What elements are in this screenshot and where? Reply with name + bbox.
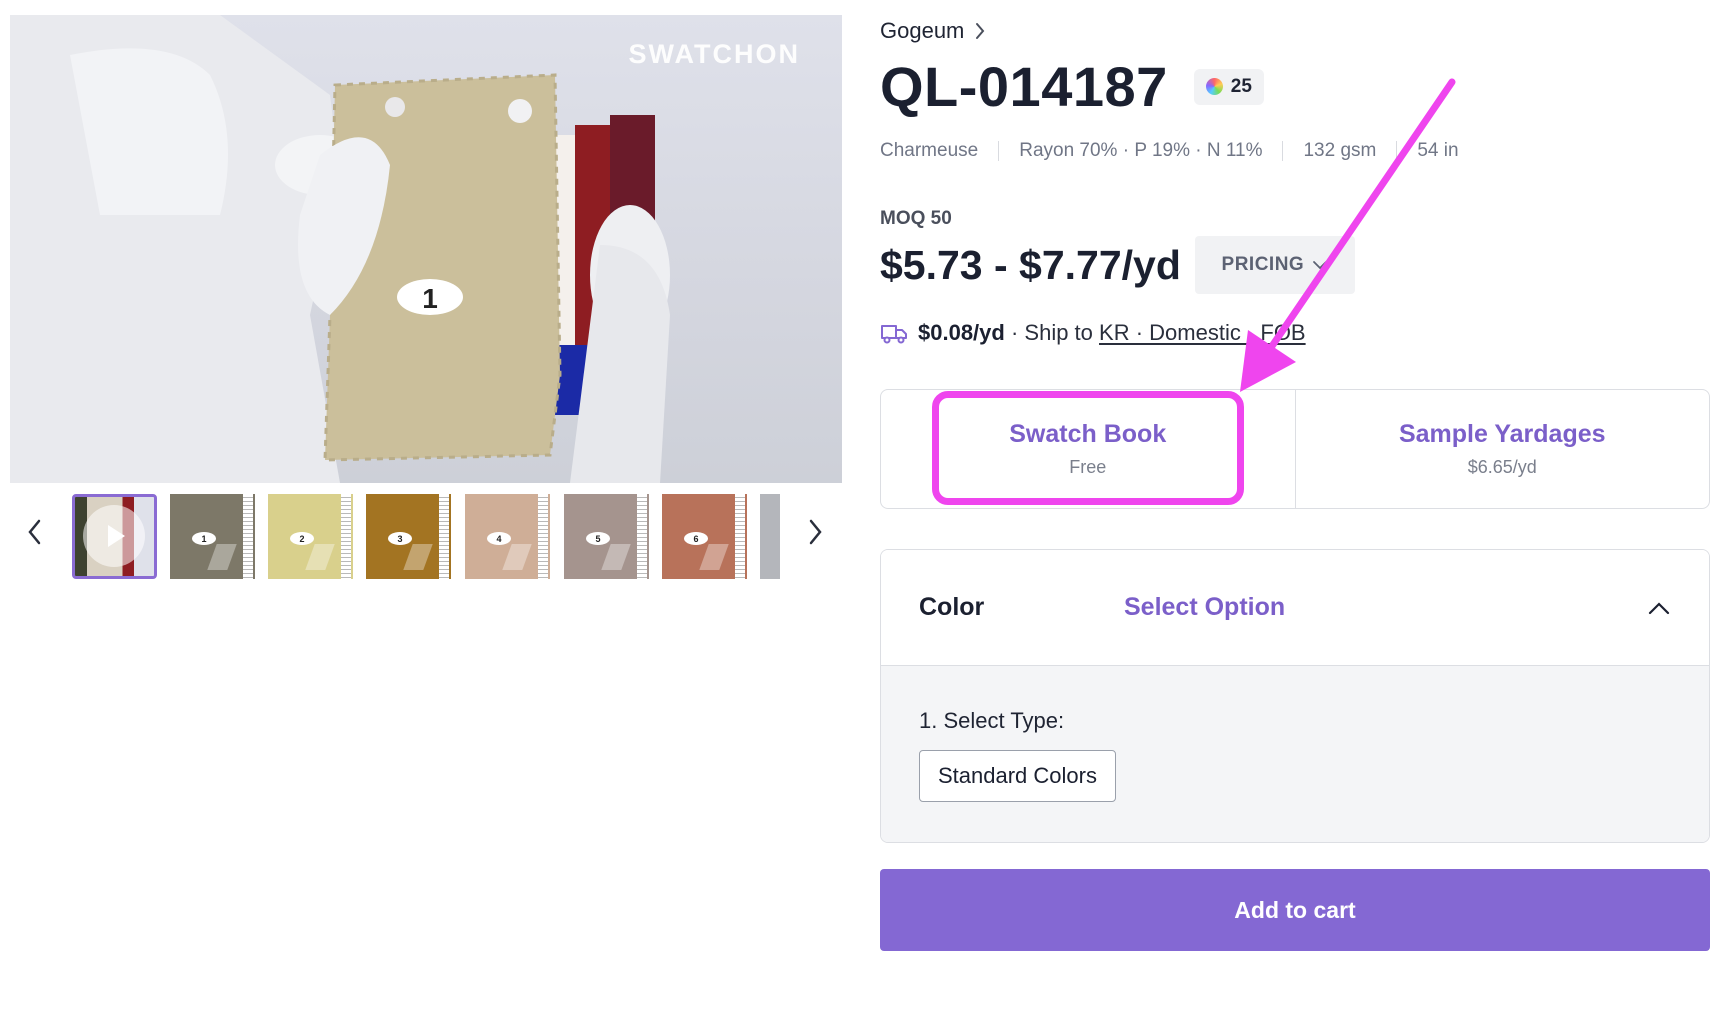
fabric-fold — [305, 544, 335, 570]
price-range: $5.73 - $7.77/yd — [880, 241, 1181, 288]
next-thumbnail-button[interactable] — [795, 512, 835, 552]
chevron-down-icon — [1313, 261, 1328, 270]
color-count-badge[interactable]: 25 — [1193, 68, 1264, 105]
product-code: QL-014187 — [880, 55, 1168, 118]
ruler-graphic — [439, 494, 449, 579]
divider — [1282, 141, 1284, 161]
swatch-number: 3 — [388, 532, 412, 545]
pricing-dropdown-button[interactable]: PRICING — [1194, 236, 1355, 294]
color-accordion-body: 1. Select Type: Standard Colors — [881, 666, 1709, 842]
pricing-label: PRICING — [1221, 254, 1305, 275]
spec-composition: Rayon 70% · P 19% · N 11% — [1019, 140, 1263, 161]
swatch-thumbnail[interactable] — [760, 494, 780, 579]
swatch-thumbnail[interactable]: 1 — [170, 494, 255, 579]
fabric-fold — [207, 544, 237, 570]
chevron-left-icon — [28, 519, 41, 545]
breadcrumb-supplier[interactable]: Gogeum — [880, 18, 964, 44]
option-title: Sample Yardages — [1398, 420, 1606, 448]
fabric-fold — [601, 544, 631, 570]
divider — [1396, 141, 1398, 161]
swatch-number: 1 — [192, 532, 216, 545]
truck-icon — [881, 325, 907, 344]
spec-list: Charmeuse Rayon 70% · P 19% · N 11% 132 … — [880, 140, 1459, 162]
brand-watermark: SWATCHON — [628, 39, 800, 69]
swatch-thumbnail[interactable]: 5 — [564, 494, 649, 579]
standard-colors-button[interactable]: Standard Colors — [919, 750, 1116, 802]
fabric-fold — [403, 544, 433, 570]
swatch-thumbnail[interactable]: 2 — [268, 494, 353, 579]
moq-label: MOQ 50 — [880, 208, 952, 229]
price-row: $5.73 - $7.77/yd PRICING — [880, 236, 1355, 294]
shipping-price: $0.08/yd — [918, 320, 1005, 345]
option-price: $6.65/yd — [1467, 457, 1537, 477]
swatch-thumbnail[interactable]: 6 — [662, 494, 747, 579]
chevron-right-icon — [809, 519, 822, 545]
color-select-prompt[interactable]: Select Option — [1124, 593, 1647, 622]
ruler-graphic — [735, 494, 745, 579]
color-count: 25 — [1230, 75, 1252, 97]
color-wheel-icon — [1205, 78, 1223, 95]
color-label: Color — [919, 593, 985, 621]
swatch-number: 2 — [290, 532, 314, 545]
swatch-photo: 1 — [10, 15, 670, 483]
swatch-number: 5 — [586, 532, 610, 545]
add-to-cart-button[interactable]: Add to cart — [880, 869, 1710, 951]
shipping-text: · Ship to — [1010, 320, 1093, 345]
breadcrumb[interactable]: Gogeum — [880, 18, 986, 44]
main-product-image[interactable]: 1 SWATCHON — [10, 15, 842, 483]
swatch-number: 4 — [487, 532, 511, 545]
annotation-highlight-box — [932, 391, 1244, 505]
shipping-destination-link[interactable]: KR · Domestic · FOB — [1099, 320, 1306, 345]
fabric-fold — [502, 544, 532, 570]
swatch-thumbnail[interactable]: 4 — [465, 494, 550, 579]
ruler-graphic — [538, 494, 548, 579]
chevron-up-icon[interactable] — [1647, 601, 1671, 615]
fabric-fold — [699, 544, 729, 570]
ruler-graphic — [341, 494, 351, 579]
ruler-graphic — [243, 494, 253, 579]
sample-yardages-option[interactable]: Sample Yardages $6.65/yd — [1294, 390, 1710, 508]
select-type-label: 1. Select Type: — [919, 708, 1065, 733]
shipping-row: $0.08/yd · Ship to KR · Domestic · FOB — [880, 320, 1306, 346]
swatch-thumbnail[interactable]: 3 — [366, 494, 451, 579]
ruler-graphic — [637, 494, 647, 579]
spec-weave: Charmeuse — [880, 140, 979, 161]
play-icon — [108, 525, 125, 547]
prev-thumbnail-button[interactable] — [15, 512, 55, 552]
main-swatch-number: 1 — [422, 283, 438, 314]
thumbnail-carousel: 1 2 3 4 5 6 — [0, 494, 842, 582]
chevron-right-icon — [976, 23, 985, 39]
video-thumbnail[interactable] — [72, 494, 157, 579]
spec-weight: 132 gsm — [1303, 140, 1377, 161]
color-accordion-header[interactable]: Color Select Option — [881, 550, 1709, 666]
divider — [998, 141, 1000, 161]
title-row: QL-014187 25 — [880, 54, 1264, 119]
spec-width: 54 in — [1417, 140, 1459, 161]
color-option-panel: Color Select Option 1. Select Type: Stan… — [880, 549, 1710, 843]
swatch-number: 6 — [684, 532, 708, 545]
